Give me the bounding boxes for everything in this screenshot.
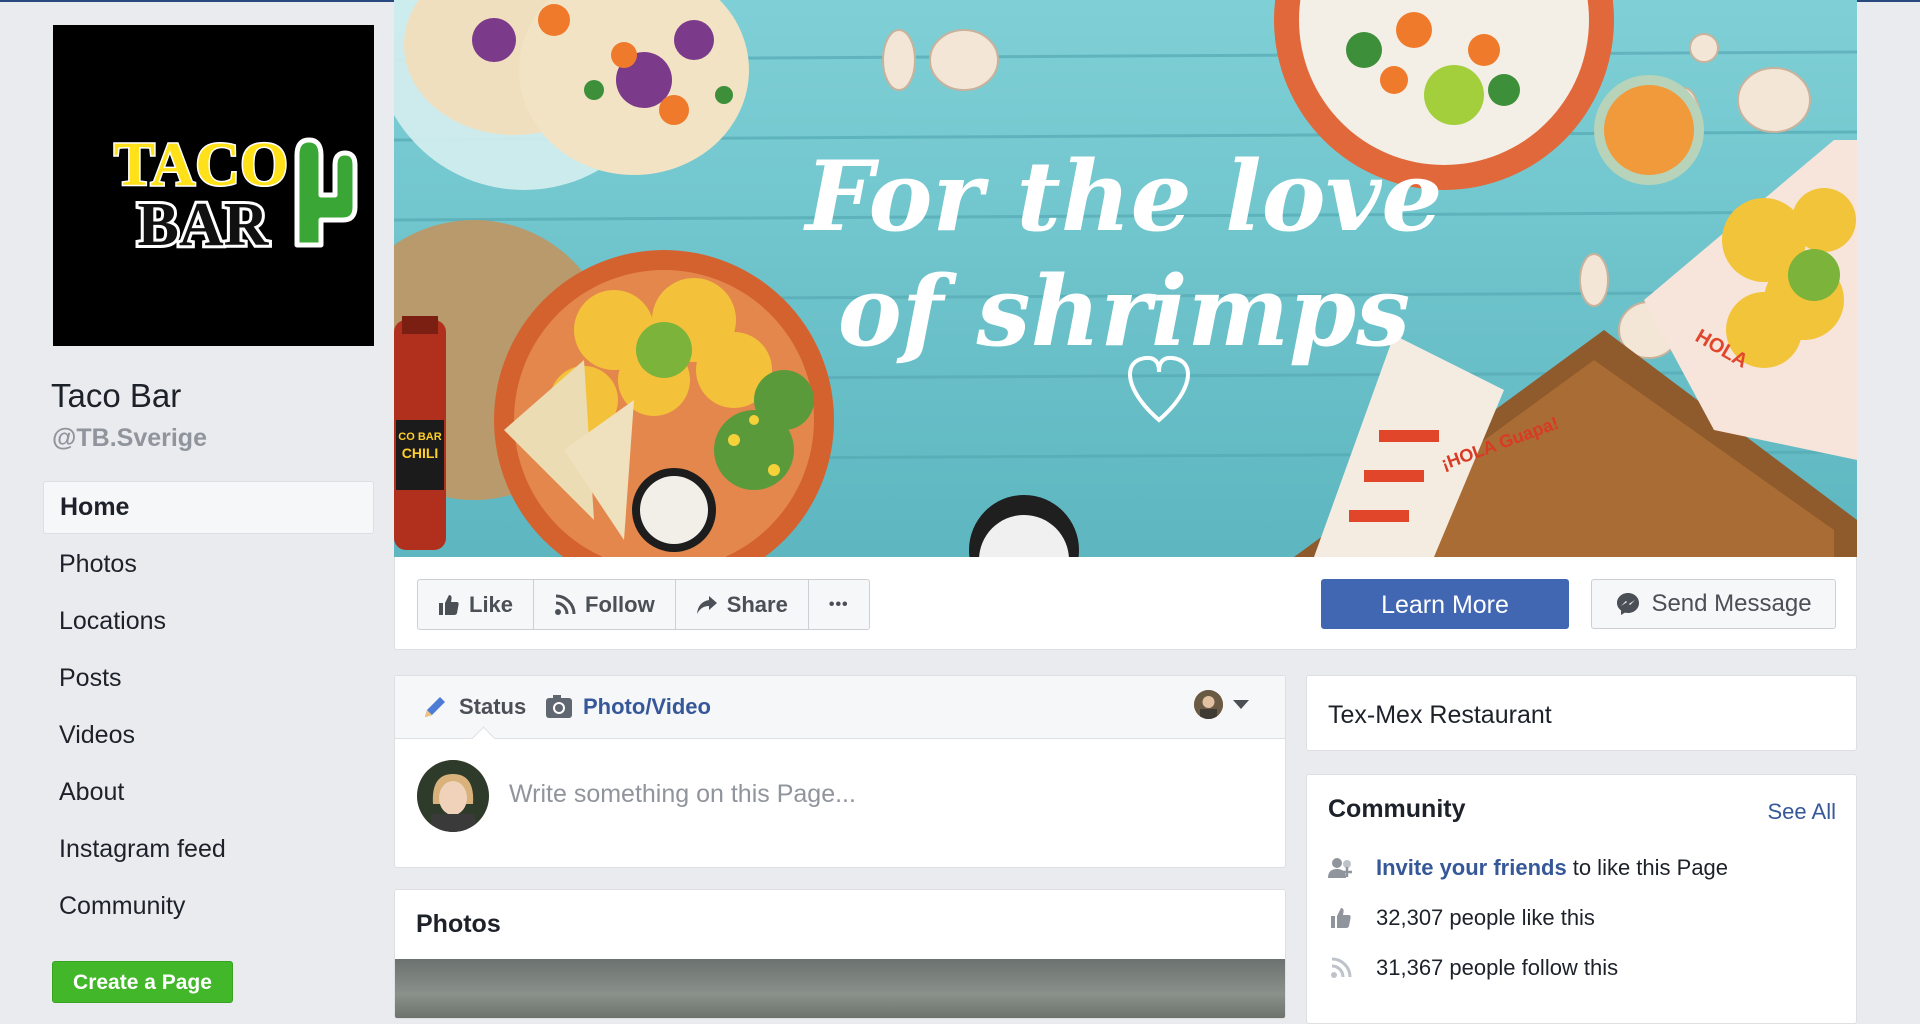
bottle-label: CO BAR (398, 431, 441, 443)
taco-bar-logo: TACO BAR (53, 25, 374, 346)
nav-item-community[interactable]: Community (43, 880, 374, 933)
pencil-icon (425, 697, 445, 717)
people-icon (1328, 857, 1354, 879)
tab-status[interactable]: Status (421, 676, 526, 738)
tab-photo-video-label: Photo/Video (583, 694, 711, 719)
composer-tabs: Status Photo/Video (395, 676, 1285, 739)
cover-image: CO BAR CHILI ¡HOLA Guapa! HOLA For the l… (394, 0, 1857, 557)
follow-button[interactable]: Follow (534, 580, 676, 629)
cover-photo[interactable]: CO BAR CHILI ¡HOLA Guapa! HOLA For the l… (394, 0, 1857, 557)
photo-thumbnail[interactable] (395, 959, 1285, 1018)
share-label: Share (726, 591, 788, 617)
nav-item-photos[interactable]: Photos (43, 538, 374, 591)
messenger-icon (1617, 593, 1640, 615)
page-actions-group: Like Follow Share ••• (417, 579, 870, 630)
category-card: Tex-Mex Restaurant (1306, 675, 1857, 751)
create-page-button[interactable]: Create a Page (52, 961, 233, 1003)
user-avatar (417, 760, 489, 832)
share-button[interactable]: Share (676, 580, 809, 629)
profile-picture[interactable]: TACO BAR (53, 25, 374, 346)
likes-count-text: 32,307 people like this (1376, 905, 1595, 930)
community-card: Community See All Invite your friends to… (1306, 774, 1857, 1024)
composer-input[interactable]: Write something on this Page... (509, 780, 856, 809)
avatar (1194, 690, 1223, 719)
camera-icon (546, 695, 572, 718)
like-label: Like (469, 591, 514, 617)
share-arrow-icon (696, 595, 717, 614)
logo-text-bar: BAR (138, 191, 270, 259)
follows-row: 31,367 people follow this (1328, 953, 1618, 983)
likes-row: 32,307 people like this (1328, 903, 1595, 933)
page-handle[interactable]: @TB.Sverige (52, 424, 207, 453)
nav-item-about[interactable]: About (43, 766, 374, 819)
send-message-label: Send Message (1651, 590, 1812, 617)
invite-friends-link[interactable]: Invite your friends (1376, 855, 1567, 881)
bottle-label-2: CHILI (402, 445, 439, 461)
nav-item-instagram-feed[interactable]: Instagram feed (43, 823, 374, 876)
thumbs-up-icon (1328, 907, 1354, 929)
nav-item-home[interactable]: Home (43, 481, 374, 534)
follow-label: Follow (585, 591, 655, 617)
tab-photo-video[interactable]: Photo/Video (545, 676, 711, 738)
caret-down-icon (1233, 700, 1249, 709)
photos-card: Photos (394, 889, 1286, 1019)
like-button[interactable]: Like (418, 580, 535, 629)
photos-title[interactable]: Photos (416, 910, 501, 939)
page-action-bar: Like Follow Share ••• Learn More Send Me… (394, 557, 1857, 650)
invite-text: to like this Page (1572, 855, 1729, 880)
page-name[interactable]: Taco Bar (51, 377, 181, 415)
see-all-link[interactable]: See All (1768, 799, 1837, 825)
rss-icon (555, 594, 576, 615)
learn-more-button[interactable]: Learn More (1321, 579, 1569, 629)
invite-friends-row: Invite your friends to like this Page (1328, 853, 1728, 883)
page-category[interactable]: Tex-Mex Restaurant (1328, 701, 1552, 730)
post-composer: Status Photo/Video Write something on th… (394, 675, 1286, 868)
more-options-button[interactable]: ••• (809, 580, 869, 629)
community-title: Community (1328, 795, 1466, 823)
page-nav: Home Photos Locations Posts Videos About… (43, 481, 374, 937)
more-dots-icon: ••• (828, 595, 849, 613)
follows-count-text: 31,367 people follow this (1376, 955, 1619, 980)
left-column: TACO BAR Taco Bar @TB.Sverige Home Photo… (0, 0, 390, 1007)
nav-item-videos[interactable]: Videos (43, 709, 374, 762)
nav-item-posts[interactable]: Posts (43, 652, 374, 705)
cover-headline-line1: For the love (803, 140, 1443, 253)
rss-icon (1328, 957, 1354, 979)
logo-text-taco: TACO (114, 131, 289, 199)
post-as-selector[interactable] (1194, 690, 1249, 719)
tab-status-label: Status (459, 694, 527, 719)
nav-item-locations[interactable]: Locations (43, 595, 374, 648)
thumbs-up-icon (439, 594, 459, 615)
send-message-button[interactable]: Send Message (1591, 579, 1836, 629)
cover-headline-line2: of shrimps (838, 255, 1410, 368)
